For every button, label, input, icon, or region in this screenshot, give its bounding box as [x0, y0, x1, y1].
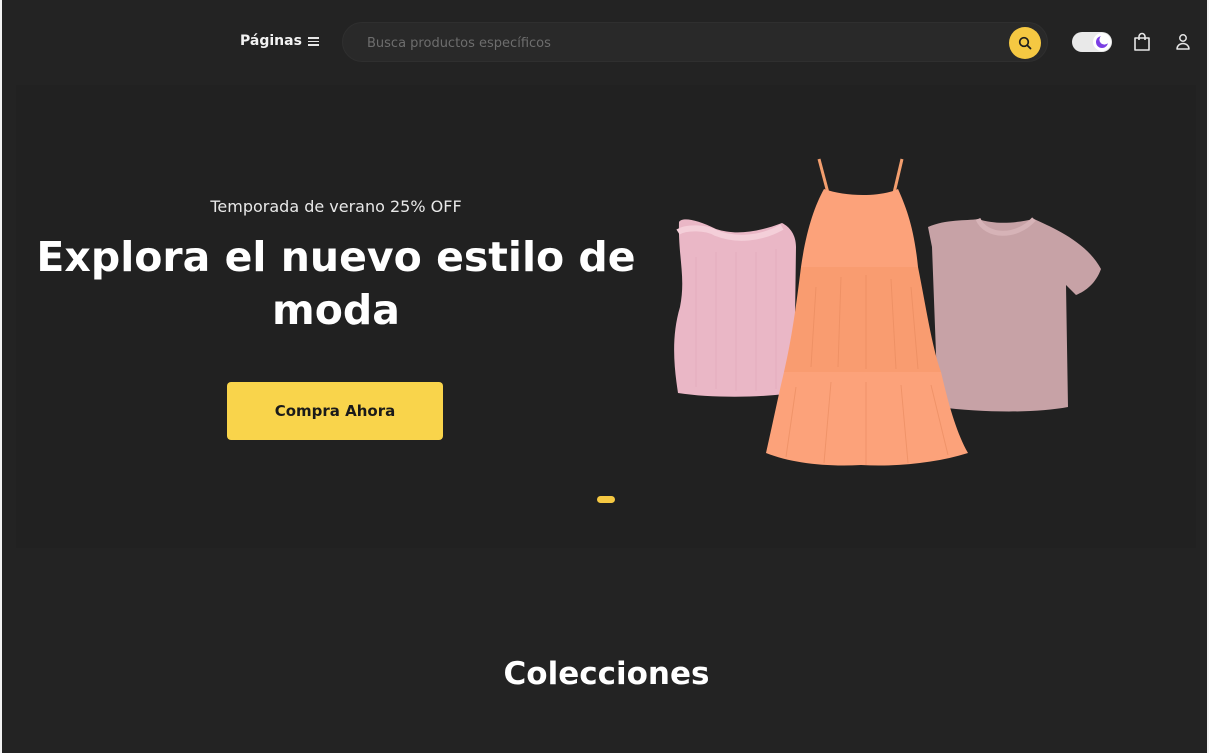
mauve-tshirt	[928, 217, 1101, 412]
user-icon	[1176, 34, 1190, 50]
hero-banner: Temporada de verano 25% OFF Explora el n…	[16, 85, 1196, 548]
theme-toggle-knob	[1093, 33, 1111, 51]
pink-tank-top	[674, 219, 796, 397]
page: Páginas Busca productos específicos Temp…	[0, 0, 1209, 753]
search-button[interactable]	[1009, 27, 1041, 59]
collections-title: Colecciones	[503, 656, 710, 692]
carousel-dot[interactable]	[597, 496, 615, 503]
moon-icon	[1096, 34, 1110, 48]
theme-toggle[interactable]	[1072, 32, 1112, 52]
site-header: Páginas	[2, 0, 1207, 85]
shopping-bag-icon	[1134, 32, 1150, 51]
cart-button[interactable]	[1133, 32, 1151, 56]
pages-menu-label: Páginas	[240, 33, 302, 49]
search-icon	[1018, 36, 1032, 50]
account-button[interactable]	[1175, 33, 1191, 55]
search-bar	[342, 22, 1048, 63]
hero-title: Explora el nuevo estilo de moda	[36, 233, 636, 334]
shop-now-button[interactable]: Compra Ahora	[227, 382, 443, 440]
pages-menu-link[interactable]: Páginas	[240, 33, 320, 49]
hero-subtitle: Temporada de verano 25% OFF	[210, 197, 462, 216]
search-input[interactable]	[365, 23, 989, 63]
hero-product-image	[674, 158, 1101, 466]
menu-icon	[307, 36, 320, 46]
